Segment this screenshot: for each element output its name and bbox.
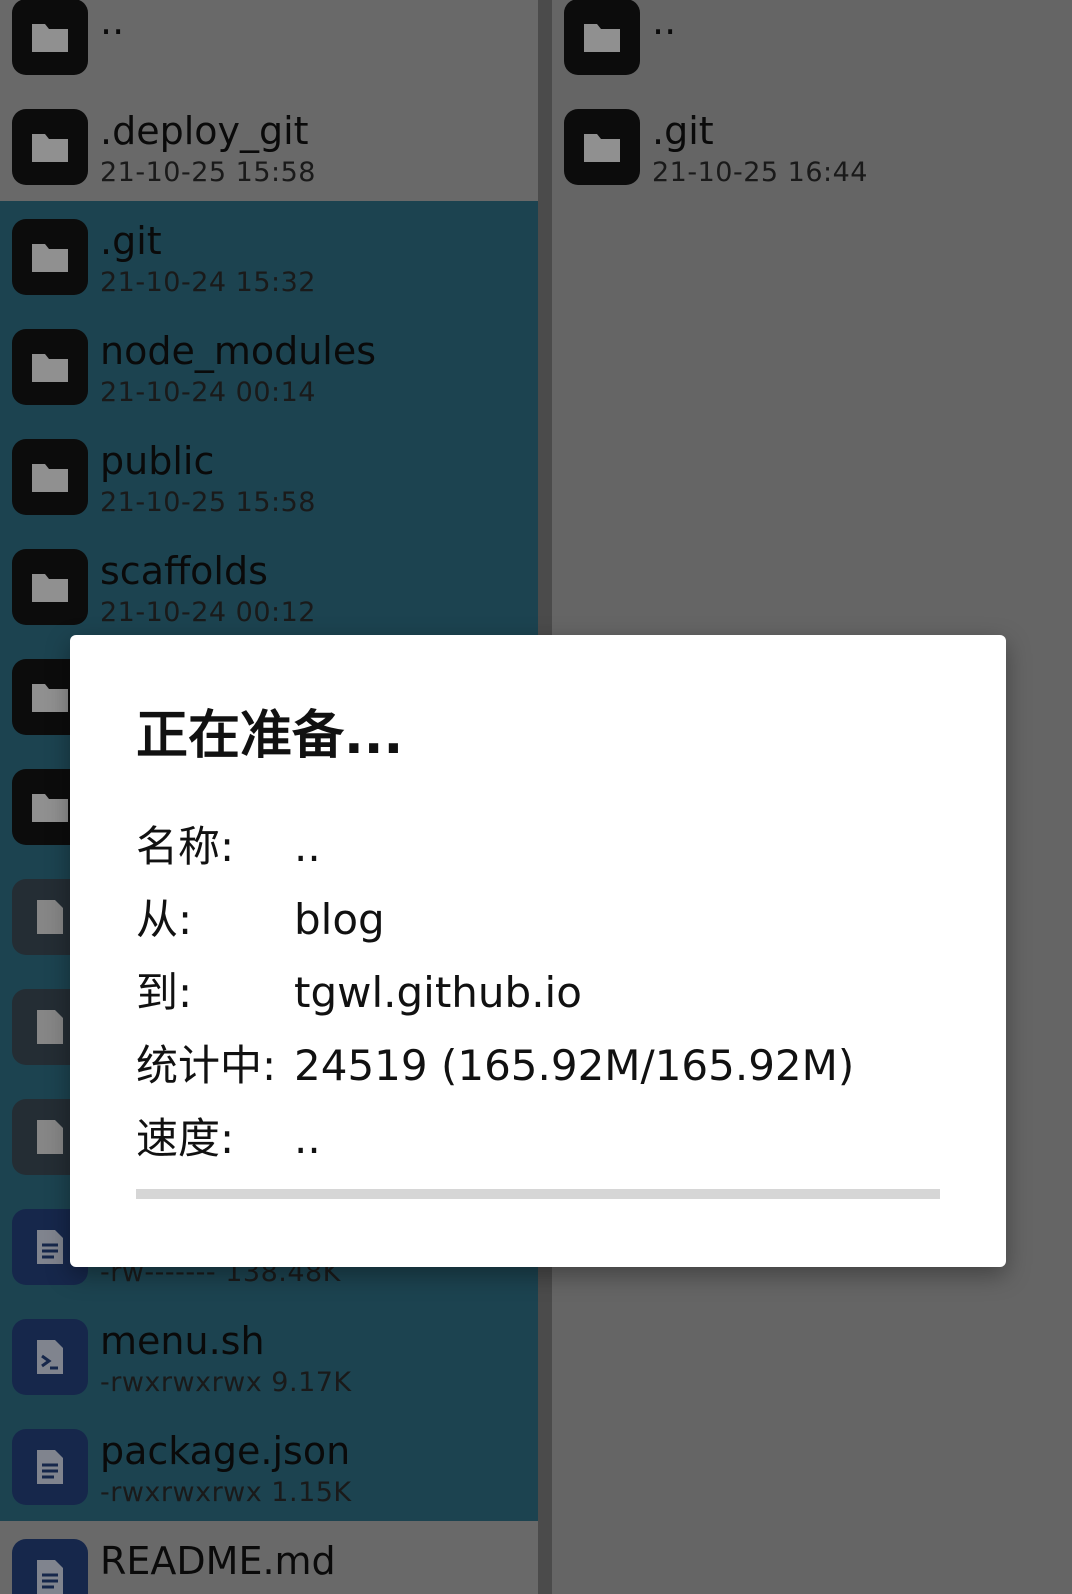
field-label: 从: — [136, 895, 193, 944]
field-from: 从: blog — [136, 886, 385, 946]
field-value: .. — [294, 1114, 321, 1163]
field-value: 24519 (165.92M/165.92M) — [294, 1041, 855, 1090]
field-label: 速度: — [136, 1114, 235, 1163]
field-value: tgwl.github.io — [294, 968, 582, 1017]
field-label: 统计中: — [136, 1041, 277, 1090]
field-name: 名称:.. — [136, 813, 321, 873]
field-label: 到: — [136, 968, 193, 1017]
progress-bar — [136, 1189, 940, 1199]
field-value: .. — [294, 822, 321, 871]
field-to: 到: tgwl.github.io — [136, 959, 582, 1019]
field-counting: 统计中: 24519 (165.92M/165.92M) — [136, 1032, 854, 1092]
dialog-title: 正在准备... — [136, 706, 404, 766]
field-speed: 速度:.. — [136, 1105, 321, 1165]
field-label: 名称: — [136, 822, 235, 871]
copy-progress-dialog: 正在准备... 名称:.. 从: blog 到: tgwl.github.io 统计… — [70, 635, 1006, 1267]
field-value: blog — [294, 895, 385, 944]
